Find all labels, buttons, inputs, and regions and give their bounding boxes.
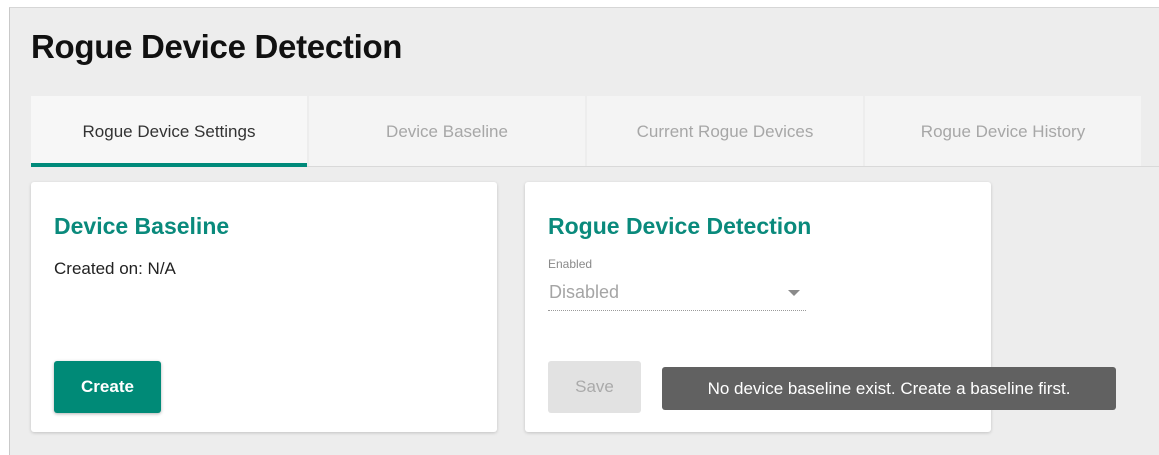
created-on-text: Created on: N/A: [54, 259, 176, 278]
tab-current-rogue-devices[interactable]: Current Rogue Devices: [587, 96, 863, 167]
chevron-down-icon: [788, 290, 800, 296]
enabled-field-label: Enabled: [548, 257, 593, 271]
rogue-detection-title: Rogue Device Detection: [548, 213, 812, 239]
content-frame: Rogue Device Detection Rogue Device Sett…: [9, 7, 1159, 455]
device-baseline-title: Device Baseline: [54, 213, 230, 239]
tab-rogue-device-history[interactable]: Rogue Device History: [865, 96, 1141, 167]
tab-rogue-device-settings[interactable]: Rogue Device Settings: [31, 96, 307, 167]
create-button[interactable]: Create: [54, 361, 161, 413]
page-title: Rogue Device Detection: [31, 28, 403, 65]
tab-divider: [307, 166, 1159, 167]
device-baseline-card: Device Baseline Created on: N/A Create: [31, 182, 497, 432]
tab-device-baseline[interactable]: Device Baseline: [309, 96, 585, 167]
baseline-tooltip: No device baseline exist. Create a basel…: [662, 367, 1116, 410]
tab-bar: Rogue Device Settings Device Baseline Cu…: [31, 96, 1143, 167]
enabled-select[interactable]: Disabled: [548, 276, 806, 311]
save-button[interactable]: Save: [548, 361, 641, 413]
enabled-select-value: Disabled: [549, 282, 620, 302]
